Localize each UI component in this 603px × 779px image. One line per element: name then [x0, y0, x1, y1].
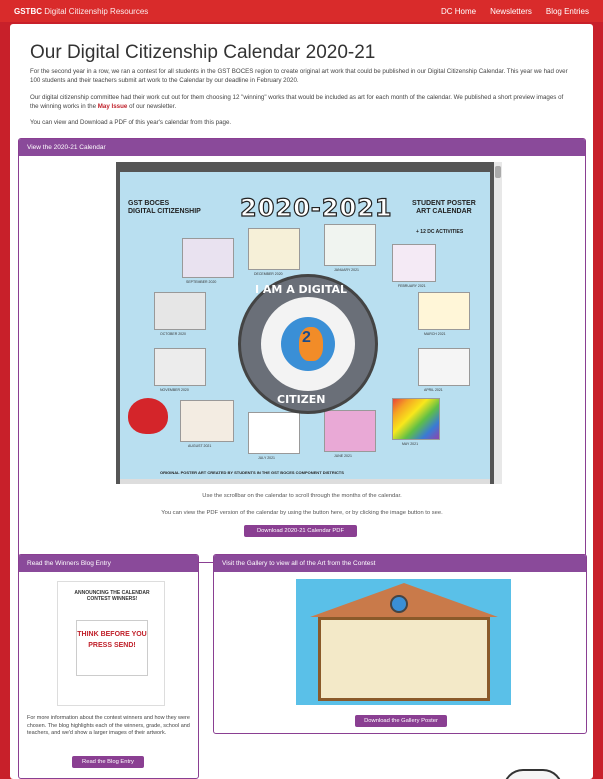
calendar-bottom-text: ORIGINAL POSTER ART CREATED BY STUDENTS …	[160, 470, 344, 475]
blog-image-poster: THINK BEFORE YOU PRESS SEND!	[76, 620, 148, 676]
emblem-bottom-text: CITIZEN	[277, 393, 326, 406]
blog-panel-header: Read the Winners Blog Entry	[19, 555, 198, 572]
art-may	[392, 398, 440, 440]
calendar-viewer[interactable]: GST BOCES DIGITAL CITIZENSHIP 2020-2021 …	[116, 162, 502, 484]
month-label: OCTOBER 2020	[160, 332, 187, 336]
page-content: Our Digital Citizenship Calendar 2020-21…	[10, 24, 593, 779]
committee-paragraph: Our digital citizenship committee had th…	[30, 94, 570, 111]
month-label: JULY 2021	[258, 456, 275, 460]
committee-text-b: of our newsletter.	[127, 102, 177, 110]
art-november	[154, 348, 206, 386]
calendar-left-title: GST BOCES DIGITAL CITIZENSHIP	[128, 200, 201, 215]
calendar-right-title: STUDENT POSTER ART CALENDAR	[412, 200, 476, 215]
calendar-caption-2: You can view the PDF version of the cale…	[161, 510, 443, 516]
scrollbar-thumb[interactable]	[495, 166, 501, 178]
top-navbar: GSTBC Digital Citizenship Resources DC H…	[0, 0, 603, 22]
download-paragraph: You can view and Download a PDF of this …	[30, 119, 232, 126]
brand[interactable]: GSTBC Digital Citizenship Resources	[14, 7, 148, 16]
download-calendar-button[interactable]: Download 2020-21 Calendar PDF	[244, 525, 357, 537]
blog-preview-image[interactable]: ANNOUNCING THE CALENDAR CONTEST WINNERS!…	[57, 581, 165, 706]
heart-icon	[128, 398, 168, 434]
art-january	[324, 224, 376, 266]
blog-image-title: ANNOUNCING THE CALENDAR CONTEST WINNERS!	[74, 590, 150, 602]
brand-rest: Digital Citizenship Resources	[44, 6, 149, 16]
vertical-scrollbar[interactable]	[494, 162, 502, 484]
art-april	[418, 348, 470, 386]
art-august	[180, 400, 234, 442]
calendar-panel-header: View the 2020-21 Calendar	[19, 139, 585, 156]
calendar-image: GST BOCES DIGITAL CITIZENSHIP 2020-2021 …	[120, 172, 490, 480]
calendar-plus-activities: + 12 DC ACTIVITIES	[416, 229, 464, 235]
emblem-number: 2	[302, 329, 311, 346]
read-blog-button[interactable]: Read the Blog Entry	[72, 756, 144, 768]
month-label: MAY 2021	[402, 442, 419, 446]
intro-paragraph: For the second year in a row, we ran a c…	[30, 68, 568, 84]
month-label: JANUARY 2021	[334, 268, 359, 272]
horizontal-scrollbar[interactable]	[120, 479, 490, 484]
month-label: AUGUST 2021	[188, 444, 212, 448]
gallery-poster-button[interactable]: Download the Gallery Poster	[355, 715, 447, 727]
month-label: DECEMBER 2020	[254, 272, 283, 276]
brand-bold: GSTBC	[14, 6, 42, 16]
page-title: Our Digital Citizenship Calendar 2020-21	[30, 42, 376, 63]
nav-blog-entries[interactable]: Blog Entries	[546, 7, 589, 16]
month-label: APRIL 2021	[424, 388, 443, 392]
blog-text: For more information about the contest w…	[27, 715, 190, 736]
calendar-panel: View the 2020-21 Calendar GST BOCES DIGI…	[18, 138, 586, 563]
house-body	[318, 617, 490, 701]
month-label: JUNE 2021	[334, 454, 352, 458]
corner-badge	[503, 769, 563, 779]
nav-newsletters[interactable]: Newsletters	[490, 7, 532, 16]
emblem-center: 2	[261, 297, 355, 391]
gallery-preview-image[interactable]	[296, 579, 511, 705]
globe-icon: 2	[281, 317, 335, 371]
calendar-caption-1: Use the scrollbar on the calendar to scr…	[202, 493, 402, 499]
art-october	[154, 292, 206, 330]
month-label: NOVEMBER 2020	[160, 388, 189, 392]
month-label: MARCH 2021	[424, 332, 446, 336]
month-label: SEPTEMBER 2020	[186, 280, 217, 284]
may-issue-link[interactable]: May Issue	[98, 103, 128, 110]
gallery-panel-header: Visit the Gallery to view all of the Art…	[214, 555, 586, 572]
gallery-panel: Visit the Gallery to view all of the Art…	[213, 554, 587, 734]
art-july	[248, 412, 300, 454]
art-march	[418, 292, 470, 330]
nav-links: DC Home Newsletters Blog Entries	[441, 7, 589, 16]
nav-dc-home[interactable]: DC Home	[441, 7, 476, 16]
art-december	[248, 228, 300, 270]
gallery-globe-icon	[390, 595, 408, 613]
art-february	[392, 244, 436, 282]
art-june	[324, 410, 376, 452]
digital-citizen-emblem: I AM A DIGITAL 2 CITIZEN	[238, 274, 378, 414]
emblem-top-text: I AM A DIGITAL	[255, 283, 348, 296]
month-label: FEBRUARY 2021	[398, 284, 426, 288]
blog-panel: Read the Winners Blog Entry ANNOUNCING T…	[18, 554, 199, 779]
calendar-year: 2020-2021	[239, 193, 393, 222]
art-september	[182, 238, 234, 278]
